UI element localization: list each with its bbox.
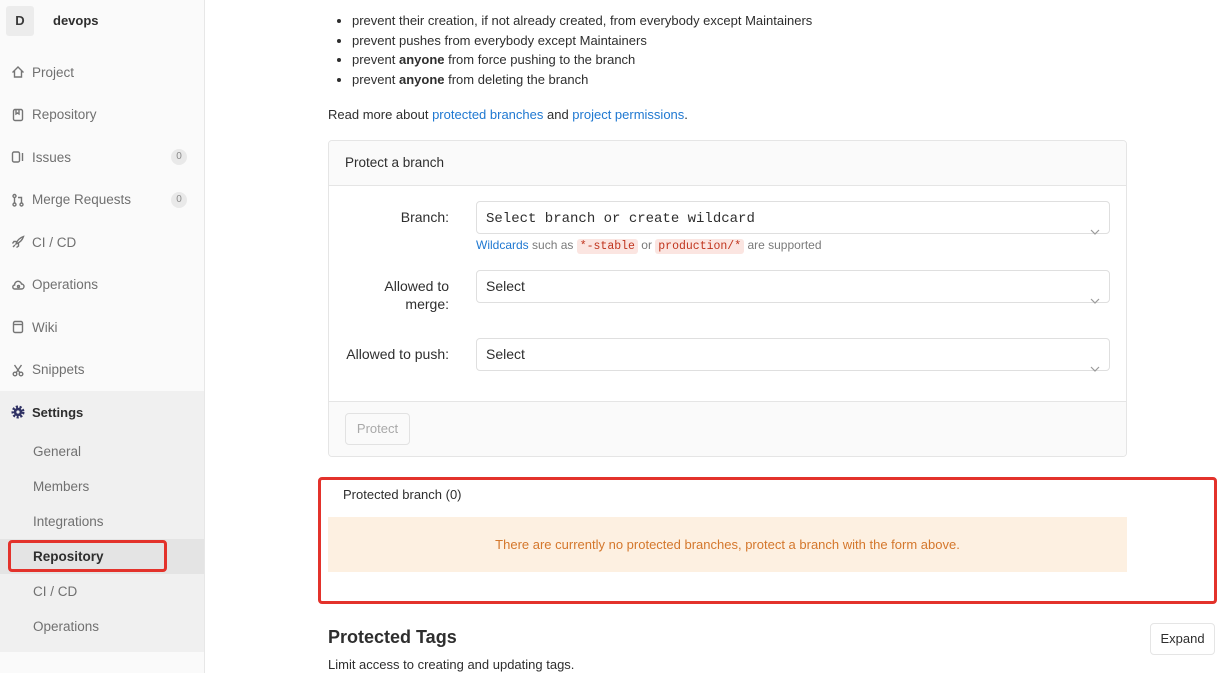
project-name[interactable]: devops bbox=[53, 12, 99, 30]
bullet-text: prevent pushes from everybody except Mai… bbox=[352, 32, 647, 48]
code-snippet: production/* bbox=[655, 239, 745, 254]
settings-sub-item-general[interactable]: General bbox=[0, 434, 204, 469]
count-badge: 0 bbox=[171, 149, 187, 165]
count-badge: 0 bbox=[171, 191, 187, 208]
chevron-down-icon bbox=[1090, 215, 1100, 246]
merge-request-icon bbox=[10, 192, 26, 208]
sidebar-item-label: CI / CD bbox=[32, 234, 77, 250]
allowed-to-merge-label: Allowed to merge: bbox=[384, 278, 449, 312]
settings-sub-item-repository[interactable]: Repository bbox=[0, 538, 204, 574]
bullet-emphasis: anyone bbox=[398, 52, 445, 67]
sidebar-item-repository[interactable]: Repository bbox=[0, 94, 204, 137]
wildcards-link[interactable]: Wildcards bbox=[476, 238, 529, 252]
sidebar-item-label: Snippets bbox=[32, 362, 85, 378]
allowed-to-push-label: Allowed to push: bbox=[346, 346, 449, 362]
read-more-middle: and bbox=[543, 107, 573, 122]
protected-tags-description: Limit access to creating and updating ta… bbox=[328, 657, 575, 672]
rule-bullet: prevent their creation, if not already c… bbox=[352, 11, 1128, 31]
chevron-down-icon bbox=[1090, 284, 1100, 315]
project-permissions-link[interactable]: project permissions bbox=[572, 107, 684, 122]
project-avatar[interactable]: D bbox=[6, 6, 34, 36]
project-context-header[interactable]: D devops bbox=[0, 0, 204, 44]
sidebar-item-settings[interactable]: Settings bbox=[0, 391, 204, 434]
chevron-down-icon bbox=[1090, 352, 1100, 383]
sidebar-item-label: Merge Requests bbox=[32, 192, 132, 208]
empty-state-warning: There are currently no protected branche… bbox=[328, 517, 1127, 572]
allowed-to-push-value: Select bbox=[486, 346, 525, 362]
bullet-text: prevent bbox=[352, 52, 399, 67]
rule-bullet: prevent pushes from everybody except Mai… bbox=[352, 31, 1128, 51]
protection-rules-list: prevent their creation, if not already c… bbox=[328, 11, 1128, 89]
sidebar-item-label: Issues bbox=[32, 149, 72, 165]
sidebar-item-snippets[interactable]: Snippets bbox=[0, 349, 204, 392]
sidebar-item-project[interactable]: Project bbox=[0, 51, 204, 94]
bullet-text: prevent bbox=[352, 71, 399, 87]
sidebar-nav: Project Repository Issues 0 Merge Reques… bbox=[0, 51, 204, 391]
help-text: or bbox=[637, 238, 656, 252]
protection-intro: prevent their creation, if not already c… bbox=[328, 11, 1128, 89]
sidebar-item-label: Settings bbox=[32, 404, 84, 420]
form-title: Protect a branch bbox=[329, 141, 1126, 186]
scissors-icon bbox=[10, 362, 26, 378]
rocket-icon bbox=[10, 234, 26, 250]
help-text: are supported bbox=[744, 238, 822, 252]
home-icon bbox=[10, 64, 26, 80]
cloud-gear-icon bbox=[10, 277, 26, 293]
sidebar-item-label: Operations bbox=[32, 277, 99, 293]
allowed-to-push-select[interactable]: Select bbox=[476, 338, 1110, 372]
settings-section: Settings General Members Integrations Re… bbox=[0, 391, 204, 652]
sidebar-item-merge-requests[interactable]: Merge Requests 0 bbox=[0, 179, 204, 222]
sidebar-item-label: Wiki bbox=[32, 319, 58, 335]
protected-tags-heading: Protected Tags bbox=[328, 627, 457, 647]
sidebar-item-ci-cd[interactable]: CI / CD bbox=[0, 221, 204, 264]
rule-bullet: prevent anyone from force pushing to the… bbox=[352, 50, 1128, 70]
protect-button[interactable]: Protect bbox=[345, 413, 410, 445]
bullet-text: from force pushing to the branch bbox=[444, 52, 636, 67]
allowed-to-merge-select[interactable]: Select bbox=[476, 270, 1110, 304]
document-icon bbox=[10, 107, 26, 123]
form-footer bbox=[329, 401, 1126, 456]
rule-bullet: prevent anyone from deleting the branch bbox=[352, 70, 1128, 90]
read-more-suffix: . bbox=[684, 107, 688, 122]
book-icon bbox=[10, 319, 26, 335]
protected-branch-heading: Protected branch (0) bbox=[343, 487, 462, 502]
settings-sub-item-members[interactable]: Members bbox=[0, 469, 204, 504]
settings-sub-item-ci-cd[interactable]: CI / CD bbox=[0, 574, 204, 609]
bullet-text: prevent their creation, if not already c… bbox=[352, 13, 813, 28]
bullet-emphasis: anyone bbox=[398, 71, 445, 87]
settings-sub-item-operations[interactable]: Operations bbox=[0, 609, 204, 644]
gear-icon bbox=[10, 404, 26, 420]
issues-icon bbox=[10, 149, 26, 165]
sidebar-item-label: Project bbox=[32, 64, 75, 80]
bullet-text: from deleting the branch bbox=[444, 71, 589, 87]
branch-select-value: Select branch or create wildcard bbox=[486, 211, 755, 227]
sidebar: D devops Project Repository Issues 0 Mer… bbox=[0, 0, 205, 673]
settings-sub-item-integrations[interactable]: Integrations bbox=[0, 504, 204, 539]
read-more-prefix: Read more about bbox=[328, 107, 433, 122]
code-snippet: *-stable bbox=[576, 239, 638, 254]
branch-label: Branch: bbox=[400, 209, 449, 225]
expand-button[interactable]: Expand bbox=[1150, 623, 1215, 655]
sidebar-item-issues[interactable]: Issues 0 bbox=[0, 136, 204, 179]
sidebar-item-wiki[interactable]: Wiki bbox=[0, 306, 204, 349]
sidebar-item-label: Repository bbox=[32, 107, 97, 123]
wildcard-help-text: Wildcards such as *-stable or production… bbox=[476, 236, 822, 256]
sidebar-item-operations[interactable]: Operations bbox=[0, 264, 204, 307]
read-more-text: Read more about protected branches and p… bbox=[328, 105, 688, 125]
protected-branches-link[interactable]: protected branches bbox=[432, 107, 543, 122]
branch-select[interactable]: Select branch or create wildcard bbox=[476, 201, 1110, 235]
help-text: such as bbox=[528, 238, 577, 252]
protect-branch-form: Protect a branch Branch: Select branch o… bbox=[328, 140, 1127, 457]
allowed-to-merge-value: Select bbox=[486, 278, 525, 294]
